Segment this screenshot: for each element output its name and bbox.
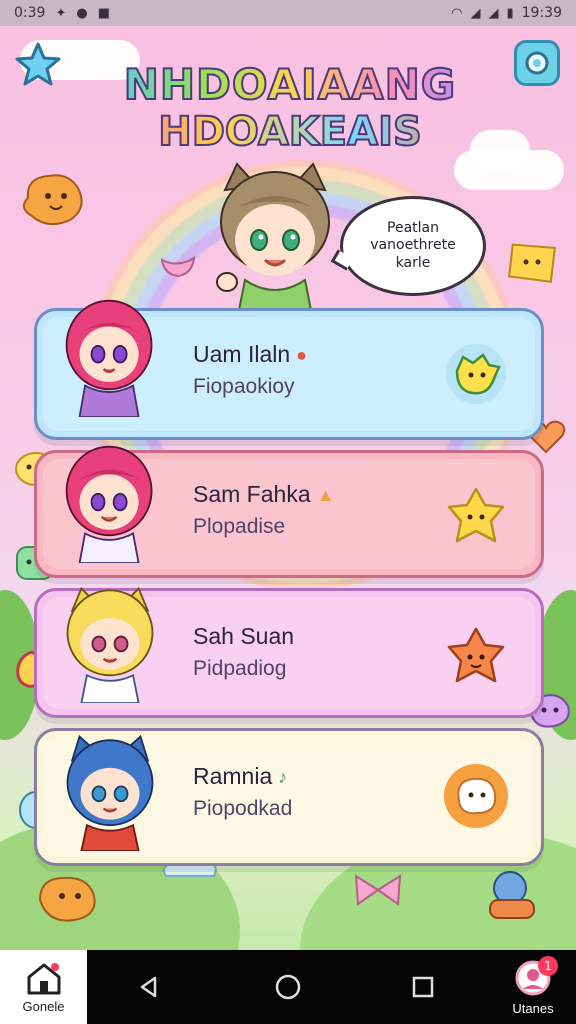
status-bar: 0:39 ✦ ● ■ ◠ ◢ ◢ ▮ 19:39 <box>0 0 576 26</box>
host-character <box>216 162 330 310</box>
music-note-icon: ♪ <box>278 767 288 788</box>
wifi-icon: ◠ <box>451 5 463 21</box>
home-icon <box>27 962 60 994</box>
pink-bow-icon <box>160 256 196 278</box>
notification-badge: 1 <box>538 956 558 976</box>
character-avatar <box>66 586 154 703</box>
bag-icon: ■ <box>97 5 110 21</box>
character-card[interactable]: Uam Ilaln ● Fiopaokioy <box>34 299 544 440</box>
character-card[interactable]: Ramnia ♪ Piopodkad <box>34 728 544 866</box>
character-name-text: Sam Fahka <box>193 481 311 507</box>
speech-bubble: Peatlan vanoethrete karle <box>330 196 486 296</box>
home-tab[interactable]: Gonele <box>0 950 87 1024</box>
flame-icon: ● <box>296 345 308 366</box>
profile-tab-label: Utanes <box>512 1000 554 1016</box>
character-card[interactable]: Sam Fahka ▲ Plopadise <box>34 445 544 578</box>
character-subtitle: Fiopaokioy <box>193 375 295 398</box>
back-triangle-icon <box>140 976 157 998</box>
character-name: Sah Suan <box>193 623 294 650</box>
puzzle-icon: ✦ <box>55 5 67 21</box>
character-avatar <box>65 445 153 563</box>
shield-icon: ● <box>76 5 88 21</box>
app-screen: 0:39 ✦ ● ■ ◠ ◢ ◢ ▮ 19:39 NHDOAIAANG HDOA… <box>0 0 576 1024</box>
profile-tab[interactable]: Utanes 1 <box>500 950 566 1024</box>
title-line-2: HDOAKEAIS <box>100 111 480 153</box>
favorites-button[interactable] <box>14 40 62 88</box>
back-button[interactable] <box>134 972 164 1002</box>
character-name: Ramnia ♪ <box>193 763 287 790</box>
pink-bow-icon <box>354 874 402 906</box>
character-subtitle: Piopodkad <box>193 797 293 820</box>
speech-text: Peatlan vanoethrete karle <box>370 219 456 271</box>
bottom-navigation-bar: Gonele Utanes 1 <box>0 950 576 1024</box>
character-card[interactable]: Sah Suan Pidpadiog <box>34 586 544 718</box>
orange-blob-icon <box>38 876 96 922</box>
character-name-text: Ramnia <box>193 763 273 789</box>
card-badge <box>441 339 511 409</box>
yellow-star-icon <box>508 243 556 283</box>
home-tab-label: Gonele <box>22 998 65 1014</box>
settings-button[interactable] <box>514 40 560 86</box>
yellow-blob-icon <box>446 344 506 404</box>
signal-icon: ◢ <box>470 5 481 21</box>
character-name-text: Sah Suan <box>193 623 295 649</box>
card-badge <box>441 621 511 691</box>
pudding-icon: ▲ <box>316 485 335 506</box>
card-badge <box>441 761 511 831</box>
clock: 0:39 <box>14 5 46 21</box>
card-badge <box>441 481 511 551</box>
home-circle-icon <box>275 974 301 1000</box>
character-avatar <box>66 734 154 851</box>
gear-icon <box>525 51 549 75</box>
yellow-star-icon <box>447 487 505 543</box>
orange-star-icon <box>447 627 505 683</box>
character-subtitle: Pidpadiog <box>193 657 287 680</box>
orange-blob-icon <box>22 174 83 226</box>
character-name-text: Uam Ilaln <box>193 341 291 367</box>
game-title: NHDOAIAANG HDOAKEAIS <box>100 63 480 154</box>
white-ghost-icon <box>444 764 508 828</box>
signal-icon: ◢ <box>488 5 499 21</box>
title-line-1: NHDOAIAANG <box>100 63 480 107</box>
sleeping-character-icon <box>489 871 535 919</box>
star-icon <box>15 42 61 86</box>
character-avatar <box>65 299 153 417</box>
character-name: Sam Fahka ▲ <box>193 481 334 508</box>
recents-square-icon <box>412 976 434 998</box>
home-system-button[interactable] <box>273 972 303 1002</box>
battery-icon: ▮ <box>506 5 514 21</box>
clock: 19:39 <box>521 5 562 21</box>
recents-button[interactable] <box>408 972 438 1002</box>
character-name: Uam Ilaln ● <box>193 341 307 368</box>
character-subtitle: Plopadise <box>193 515 286 538</box>
